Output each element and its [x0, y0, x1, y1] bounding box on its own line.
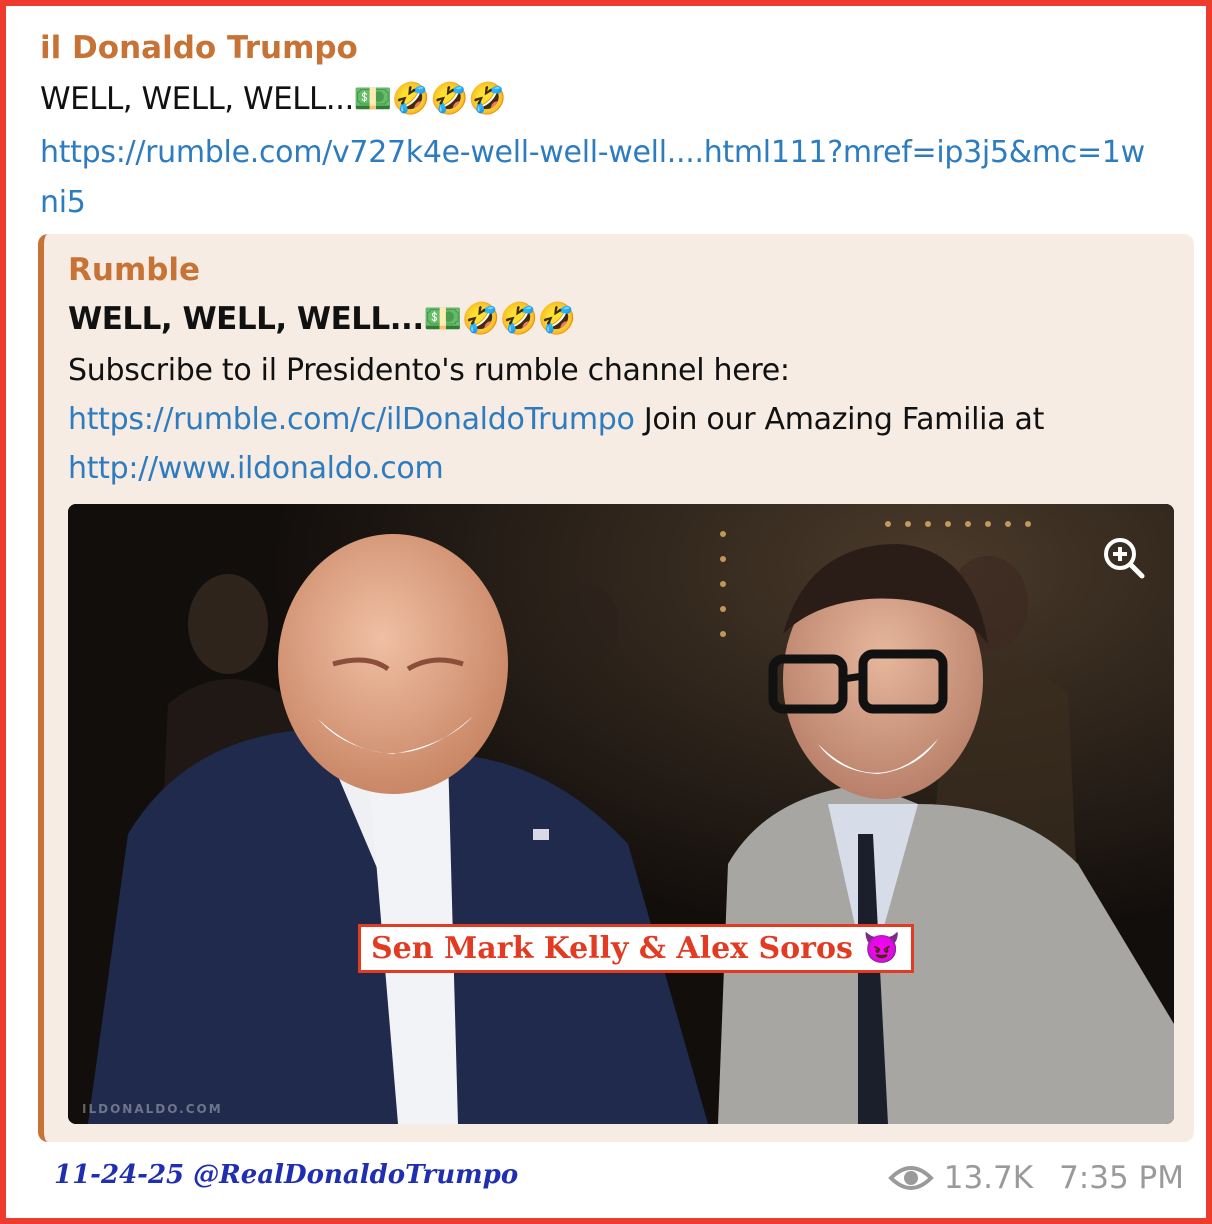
photo-illustration: [68, 504, 1174, 1124]
photo-watermark: ILDONALDO.COM: [82, 1102, 223, 1116]
message-link[interactable]: https://rumble.com/v727k4e-well-well-wel…: [40, 128, 1160, 228]
message-time: 7:35 PM: [1059, 1160, 1184, 1196]
preview-site-name: Rumble: [68, 252, 201, 288]
preview-description: Subscribe to il Presidento's rumble chan…: [68, 346, 1178, 493]
post-frame: il Donaldo Trumpo WELL, WELL, WELL...💵🤣🤣…: [0, 0, 1212, 1224]
eye-icon: [887, 1166, 934, 1190]
preview-desc-middle: Join our Amazing Familia at: [634, 402, 1045, 437]
link-preview[interactable]: Rumble WELL, WELL, WELL...💵🤣🤣🤣 Subscribe…: [38, 234, 1194, 1142]
preview-photo[interactable]: ILDONALDO.COM Sen Mark Kelly & Alex Soro…: [68, 504, 1174, 1124]
photo-caption: Sen Mark Kelly & Alex Soros 😈: [358, 924, 914, 973]
zoom-in-icon: [1104, 538, 1145, 579]
message-meta: 13.7K 7:35 PM: [887, 1160, 1184, 1196]
message-author[interactable]: il Donaldo Trumpo: [40, 30, 358, 66]
post-signature: 11-24-25 @RealDonaldoTrumpo: [54, 1160, 519, 1190]
photo-caption-text: Sen Mark Kelly & Alex Soros: [371, 931, 864, 966]
website-link[interactable]: http://www.ildonaldo.com: [68, 451, 444, 486]
view-count: 13.7K: [943, 1160, 1034, 1196]
message-text: WELL, WELL, WELL...💵🤣🤣🤣: [40, 81, 507, 117]
zoom-button[interactable]: [1092, 526, 1156, 590]
devil-emoji: 😈: [863, 931, 901, 966]
preview-title: WELL, WELL, WELL...💵🤣🤣🤣: [68, 301, 577, 337]
channel-link[interactable]: https://rumble.com/c/ilDonaldoTrumpo: [68, 402, 635, 437]
preview-desc-intro: Subscribe to il Presidento's rumble chan…: [68, 353, 790, 388]
